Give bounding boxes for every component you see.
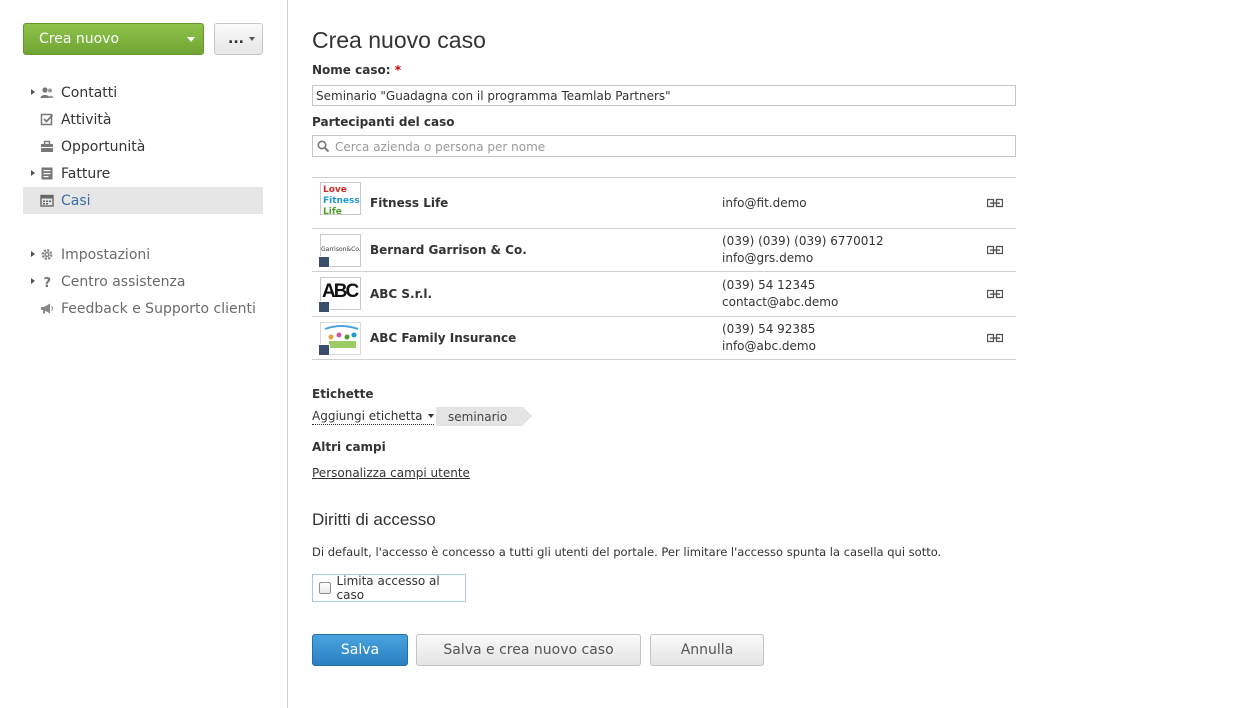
cancel-button[interactable]: Annulla	[650, 634, 764, 666]
chevron-down-icon	[187, 37, 195, 42]
megaphone-icon	[41, 303, 53, 314]
participant-info: (039) (039) (039) 6770012 info@grs.demo	[722, 233, 884, 267]
save-button[interactable]: Salva	[312, 634, 408, 666]
sidebar-item-label: Opportunità	[61, 138, 146, 155]
save-and-new-button[interactable]: Salva e crea nuovo caso	[416, 634, 641, 666]
participant-phone: (039) 54 12345	[722, 278, 816, 292]
case-name-label: Nome caso: *	[312, 63, 401, 77]
tag-chip[interactable]: seminario	[436, 407, 533, 426]
main-nav: Contatti Attività Opportunità Fatture Ca…	[23, 79, 263, 214]
svg-text:?: ?	[44, 276, 52, 288]
participant-row: Love Fitness Life Fitness Life info@fit.…	[312, 178, 1016, 229]
sidebar-item-label: Centro assistenza	[61, 273, 186, 290]
participant-name[interactable]: Bernard Garrison & Co.	[370, 243, 527, 257]
logo-text-garrison: Garrison&Co.	[321, 246, 361, 253]
sidebar-item-opportunities[interactable]: Opportunità	[23, 133, 263, 160]
sidebar-item-tasks[interactable]: Attività	[23, 106, 263, 133]
other-fields-label: Altri campi	[312, 440, 386, 454]
expand-arrow-icon[interactable]	[31, 89, 35, 95]
sidebar-item-help-center[interactable]: ? Centro assistenza	[23, 268, 263, 295]
logo-text-life: Life	[323, 207, 342, 215]
expand-arrow-icon[interactable]	[31, 251, 35, 257]
sidebar-item-feedback[interactable]: Feedback e Supporto clienti	[23, 295, 263, 322]
sidebar-item-label: Fatture	[61, 165, 111, 182]
remove-participant-icon[interactable]	[987, 198, 1003, 208]
company-badge-icon	[318, 301, 330, 313]
fitness-life-logo: Love Fitness Life	[320, 182, 361, 215]
main-content: Crea nuovo caso Nome caso: * Partecipant…	[312, 0, 1232, 708]
remove-participant-icon[interactable]	[987, 333, 1003, 343]
add-tag-label: Aggiungi etichetta	[312, 409, 423, 423]
tasks-icon	[40, 113, 54, 126]
participant-info: info@fit.demo	[722, 195, 807, 212]
page-title: Crea nuovo caso	[312, 27, 486, 53]
tags-label: Etichette	[312, 387, 374, 401]
more-actions-button[interactable]: ...	[214, 23, 263, 55]
opportunities-icon	[41, 140, 53, 152]
participant-name[interactable]: ABC S.r.l.	[370, 287, 432, 301]
participant-email: info@abc.demo	[722, 339, 816, 353]
invoices-icon	[41, 167, 53, 180]
participants-list: Love Fitness Life Fitness Life info@fit.…	[312, 177, 1016, 360]
sidebar: Crea nuovo ... Contatti Attività Opportu…	[0, 0, 288, 708]
participant-row: Garrison&Co. Bernard Garrison & Co. (039…	[312, 229, 1016, 272]
logo-text-fitness: Fitness	[323, 196, 360, 206]
access-rights-description: Di default, l'accesso è concesso a tutti…	[312, 545, 942, 559]
expand-arrow-icon[interactable]	[31, 170, 35, 176]
sidebar-item-label: Contatti	[61, 84, 118, 101]
participant-email: contact@abc.demo	[722, 295, 839, 309]
participant-info: (039) 54 92385 info@abc.demo	[722, 321, 816, 355]
sidebar-item-cases[interactable]: Casi	[23, 187, 263, 214]
more-actions-label: ...	[228, 31, 244, 47]
contacts-icon	[40, 87, 54, 98]
sidebar-item-label: Feedback e Supporto clienti	[61, 300, 256, 317]
participants-label: Partecipanti del caso	[312, 115, 455, 129]
participant-phone: (039) (039) (039) 6770012	[722, 234, 884, 248]
case-name-input[interactable]	[312, 85, 1016, 106]
expand-arrow-icon[interactable]	[31, 278, 35, 284]
company-badge-icon	[318, 344, 330, 356]
case-name-label-text: Nome caso:	[312, 63, 391, 77]
remove-participant-icon[interactable]	[987, 289, 1003, 299]
access-rights-title: Diritti di accesso	[312, 510, 436, 529]
logo-text-abc: ABC	[322, 281, 359, 302]
help-icon: ?	[44, 276, 52, 288]
tag-label: seminario	[448, 409, 508, 424]
cases-icon	[40, 194, 54, 207]
sidebar-item-settings[interactable]: Impostazioni	[23, 241, 263, 268]
add-tag-dropdown[interactable]: Aggiungi etichetta	[312, 409, 434, 425]
participant-email: info@grs.demo	[722, 251, 814, 265]
logo-text-love: Love	[323, 185, 347, 195]
sidebar-item-contacts[interactable]: Contatti	[23, 79, 263, 106]
secondary-nav: Impostazioni ? Centro assistenza Feedbac…	[23, 241, 263, 322]
participants-search-input[interactable]: Cerca azienda o persona per nome	[312, 135, 1016, 157]
participant-email: info@fit.demo	[722, 196, 807, 210]
sidebar-item-label: Attività	[61, 111, 112, 128]
participant-phone: (039) 54 92385	[722, 322, 816, 336]
restrict-access-checkbox[interactable]	[319, 582, 331, 594]
participant-name[interactable]: Fitness Life	[370, 196, 448, 210]
company-badge-icon	[318, 256, 330, 268]
participant-row: ABC ABC S.r.l. (039) 54 12345 contact@ab…	[312, 272, 1016, 317]
customize-fields-link[interactable]: Personalizza campi utente	[312, 466, 470, 480]
remove-participant-icon[interactable]	[987, 245, 1003, 255]
sidebar-item-label: Casi	[61, 192, 91, 209]
search-icon	[317, 140, 330, 153]
gear-icon	[41, 249, 53, 260]
restrict-access-label: Limita accesso al caso	[336, 574, 440, 602]
chevron-down-icon	[249, 37, 255, 41]
participant-info: (039) 54 12345 contact@abc.demo	[722, 277, 838, 311]
chevron-down-icon	[427, 414, 434, 418]
create-new-label: Crea nuovo	[39, 31, 120, 47]
required-mark: *	[394, 63, 401, 77]
search-placeholder: Cerca azienda o persona per nome	[335, 140, 546, 154]
sidebar-item-label: Impostazioni	[61, 246, 151, 263]
create-new-button[interactable]: Crea nuovo	[23, 23, 204, 55]
sidebar-item-invoices[interactable]: Fatture	[23, 160, 263, 187]
participant-row: ABC Family Insurance (039) 54 92385 info…	[312, 317, 1016, 360]
restrict-access-option[interactable]: Limita accesso al caso	[312, 574, 466, 602]
participant-name[interactable]: ABC Family Insurance	[370, 331, 516, 345]
